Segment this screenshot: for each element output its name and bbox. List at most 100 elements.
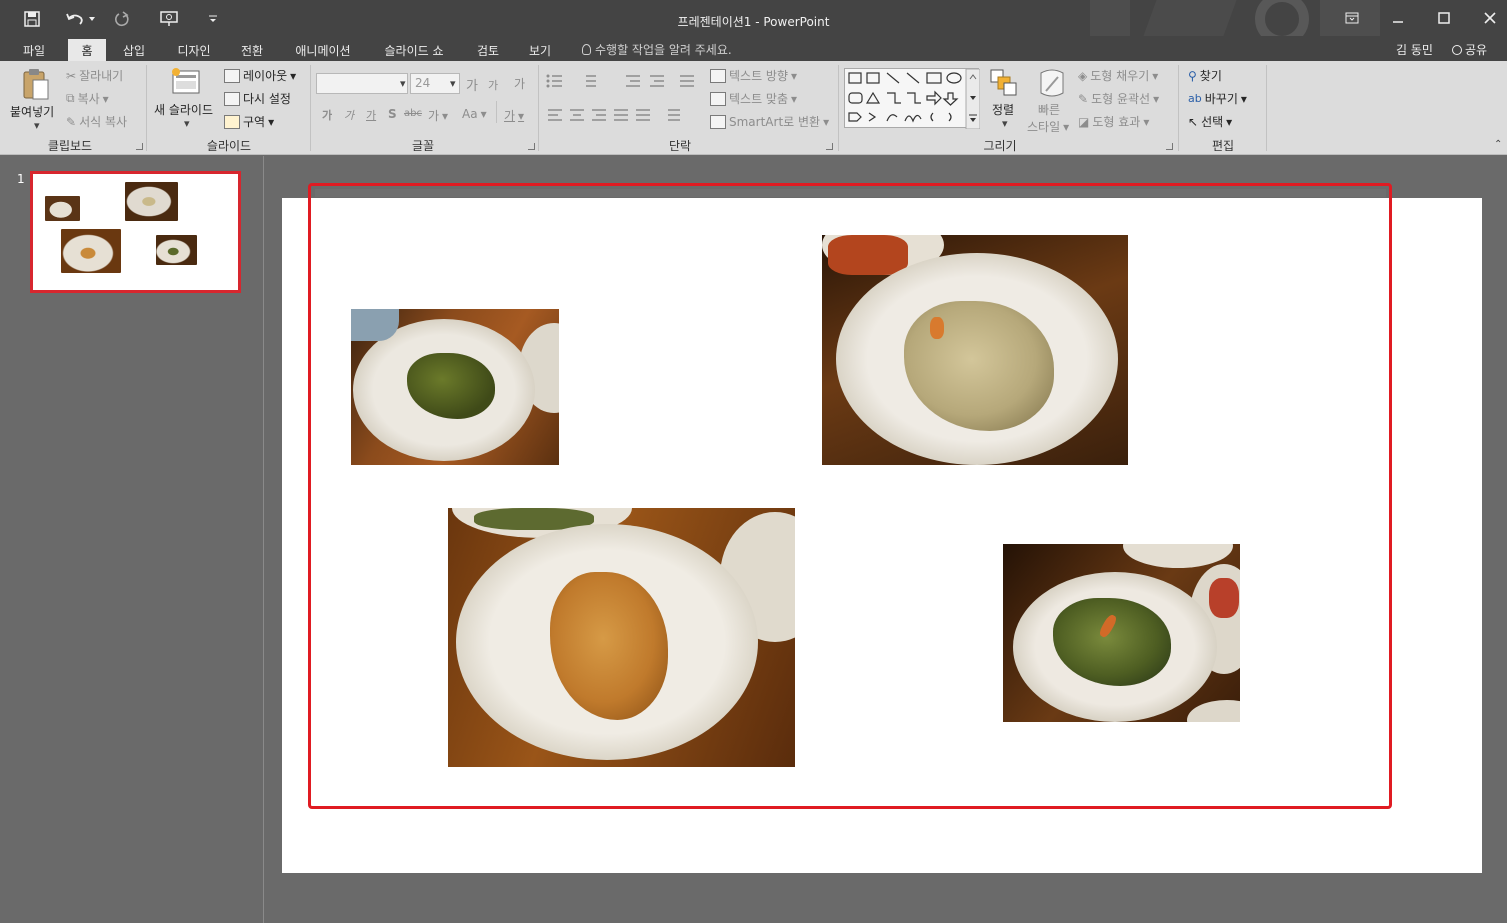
quick-styles-button-line2[interactable]: 스타일 ▾ — [1027, 118, 1069, 135]
replace-button[interactable]: ab 바꾸기 ▾ — [1188, 90, 1247, 107]
section-button[interactable]: 구역 ▾ — [224, 113, 274, 130]
tab-slideshow[interactable]: 슬라이드 쇼 — [374, 39, 454, 61]
text-direction-label: 텍스트 방향 — [729, 69, 789, 83]
chevron-down-icon: ▾ — [823, 114, 830, 129]
underline-button[interactable]: 가 — [366, 107, 376, 123]
shadow-label: S — [388, 107, 397, 121]
slide-thumbnail[interactable] — [30, 171, 241, 293]
grow-font-label: 가 — [466, 79, 478, 94]
chevron-down-icon: ▾ — [480, 107, 487, 121]
arrange-icon[interactable] — [990, 69, 1018, 100]
user-name[interactable]: 김 동민 — [1396, 41, 1433, 58]
tab-insert[interactable]: 삽입 — [114, 39, 154, 61]
quick-styles-button[interactable]: 빠른 — [1038, 101, 1060, 118]
font-color-label: 가 — [504, 109, 516, 123]
chevron-down-icon[interactable]: ▾ — [1002, 117, 1008, 130]
tab-view[interactable]: 보기 — [520, 39, 560, 61]
change-case-button[interactable]: Aa ▾ — [462, 107, 487, 121]
thumbnail-photo — [156, 235, 197, 265]
dialog-launcher-icon[interactable] — [826, 143, 833, 150]
cut-label: 잘라내기 — [79, 69, 124, 83]
chevron-down-icon[interactable]: ▾ — [450, 77, 456, 90]
photo-fishcake-stirfry[interactable] — [448, 508, 795, 767]
photo-pickled-peppers[interactable] — [351, 309, 559, 465]
font-name-combo[interactable] — [316, 73, 408, 94]
select-button[interactable]: ↖ 선택 ▾ — [1188, 113, 1232, 130]
photo-carrot — [930, 317, 944, 339]
paste-icon[interactable] — [22, 67, 50, 104]
shape-effects-label: 도형 효과 — [1092, 115, 1141, 129]
maximize-icon[interactable] — [1432, 6, 1456, 30]
chevron-down-icon: ▾ — [1153, 91, 1160, 106]
shape-fill-button[interactable]: ◈ 도형 채우기 ▾ — [1078, 67, 1158, 84]
character-spacing-button[interactable]: 가 ▾ — [428, 107, 448, 124]
clear-formatting-button[interactable]: 가 — [514, 75, 525, 92]
font-color-button[interactable]: 가 ▾ — [504, 107, 524, 124]
shape-outline-button[interactable]: ✎ 도형 윤곽선 ▾ — [1078, 90, 1159, 107]
quick-styles-icon[interactable] — [1038, 69, 1066, 102]
new-slide-button[interactable]: 새 슬라이드 — [154, 101, 213, 118]
share-button[interactable]: 공유 — [1452, 41, 1487, 58]
chevron-down-icon[interactable]: ▾ — [34, 119, 40, 132]
dialog-launcher-icon[interactable] — [136, 143, 143, 150]
paste-button[interactable]: 붙여넣기 — [10, 103, 54, 120]
close-icon[interactable] — [1478, 6, 1502, 30]
smartart-button[interactable]: SmartArt로 변환 ▾ — [710, 113, 829, 130]
reset-button[interactable]: 다시 설정 — [224, 90, 291, 107]
arrange-label: 정렬 — [992, 103, 1015, 117]
tab-home[interactable]: 홈 — [68, 39, 106, 61]
text-direction-button[interactable]: 텍스트 방향 ▾ — [710, 67, 797, 84]
shrink-font-button[interactable]: 가 — [488, 77, 498, 93]
paint-bucket-icon: ◈ — [1078, 68, 1088, 83]
shape-outline-label: 도형 윤곽선 — [1091, 92, 1151, 106]
underline-label: 가 — [366, 109, 377, 122]
cut-button[interactable]: ✂ 잘라내기 — [66, 67, 123, 84]
italic-button[interactable]: 가 — [344, 107, 354, 123]
new-slide-icon[interactable] — [170, 67, 202, 100]
shadow-button[interactable]: S — [388, 107, 397, 121]
shapes-gallery[interactable] — [844, 68, 981, 130]
lightbulb-icon — [582, 44, 591, 55]
group-label-clipboard: 클립보드 — [47, 139, 93, 153]
tab-transitions[interactable]: 전환 — [232, 39, 272, 61]
tab-design[interactable]: 디자인 — [168, 39, 220, 61]
smartart-label: SmartArt로 변환 — [729, 115, 821, 129]
align-text-button[interactable]: 텍스트 맞춤 ▾ — [710, 90, 797, 107]
arrange-button[interactable]: 정렬 — [992, 101, 1014, 118]
chevron-down-icon[interactable]: ▾ — [400, 77, 406, 90]
copy-button[interactable]: ⧉ 복사 ▾ — [66, 90, 109, 107]
tell-me-search[interactable]: 수행할 작업을 알려 주세요. — [582, 41, 732, 58]
tab-review[interactable]: 검토 — [468, 39, 508, 61]
ribbon-display-icon[interactable] — [1340, 6, 1364, 30]
photo-braised-root[interactable] — [822, 235, 1128, 465]
format-painter-button[interactable]: ✎ 서식 복사 — [66, 113, 127, 130]
reset-icon — [224, 91, 240, 106]
cursor-icon: ↖ — [1188, 114, 1199, 129]
chevron-down-icon[interactable]: ▾ — [184, 117, 190, 130]
grow-font-button[interactable]: 가 — [466, 75, 478, 94]
shape-fill-label: 도형 채우기 — [1090, 69, 1150, 83]
find-button[interactable]: ⚲ 찾기 — [1188, 67, 1222, 84]
collapse-ribbon-icon[interactable]: ⌃ — [1494, 139, 1502, 150]
window-title: 프레젠테이션1 - PowerPoint — [677, 15, 830, 29]
group-divider — [146, 65, 147, 151]
tab-file[interactable]: 파일 — [12, 39, 56, 61]
group-divider — [1266, 65, 1267, 151]
tab-animations[interactable]: 애니메이션 — [286, 39, 360, 61]
shape-effects-button[interactable]: ◪ 도형 효과 ▾ — [1078, 113, 1149, 130]
chevron-down-icon: ▾ — [1152, 68, 1159, 83]
smartart-icon — [710, 114, 726, 129]
pen-icon: ✎ — [1078, 91, 1089, 106]
dialog-launcher-icon[interactable] — [1166, 143, 1173, 150]
thumbnail-photo — [125, 182, 178, 221]
bold-button[interactable]: 가 — [322, 107, 332, 123]
photo-seaweed-salad[interactable] — [1003, 544, 1240, 722]
dialog-launcher-icon[interactable] — [528, 143, 535, 150]
quick-styles-label-1: 빠른 — [1038, 103, 1061, 117]
strikethrough-button[interactable]: abc — [404, 108, 422, 119]
layout-button[interactable]: 레이아웃 ▾ — [224, 67, 296, 84]
minimize-icon[interactable] — [1386, 6, 1410, 30]
clear-formatting-label: 가 — [514, 77, 526, 91]
chevron-down-icon: ▾ — [102, 91, 109, 106]
group-label-font: 글꼴 — [411, 139, 435, 153]
